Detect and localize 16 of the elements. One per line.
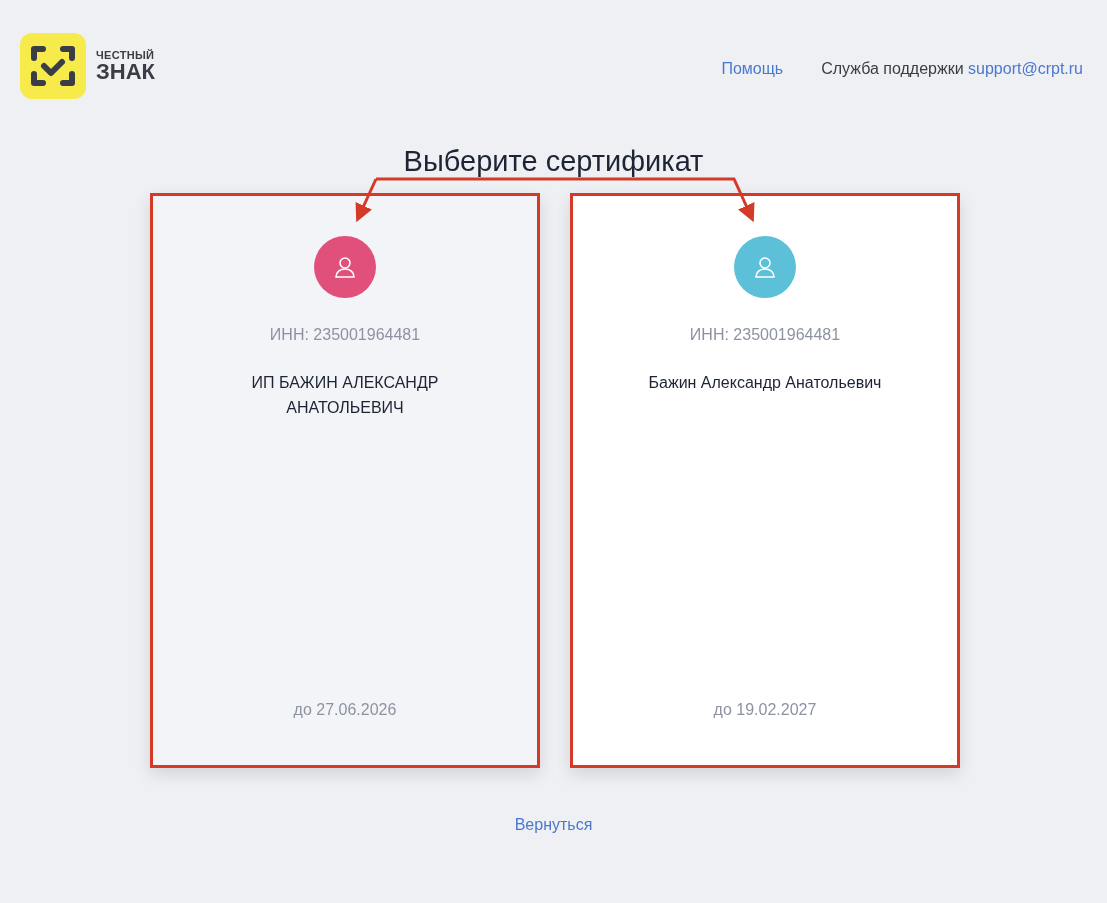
back-link[interactable]: Вернуться (0, 816, 1107, 834)
support-label: Служба поддержки support@crpt.ru (821, 60, 1083, 78)
expiry-date: до 19.02.2027 (713, 701, 817, 719)
inn-text: ИНН: 235001964481 (689, 326, 841, 344)
page-title: Выберите сертификат (402, 145, 705, 179)
logo-icon (20, 33, 86, 99)
help-link[interactable]: Помощь (721, 60, 784, 78)
logo-text: ЧЕСТНЫЙ (96, 49, 155, 61)
certificate-card[interactable]: ИНН: 235001964481 Бажин Александр Анатольевич до 19.02.2027 (570, 193, 960, 768)
support-email-link[interactable]: support@crpt.ru (968, 60, 1083, 77)
logo-text: ЗНАК (96, 60, 155, 83)
inn-text: ИНН: 235001964481 (269, 326, 421, 344)
expiry-date: до 27.06.2026 (293, 701, 397, 719)
certificate-card[interactable]: ИНН: 235001964481 ИП БАЖИН АЛЕКСАНДР АНАТОЛЬЕВИЧ до 27.06.2026 (150, 193, 540, 768)
owner-name: ИП БАЖИН АЛЕКСАНДР АНАТОЛЬЕВИЧ (250, 373, 440, 418)
owner-name: Бажин Александр Анатольевич (647, 373, 883, 393)
